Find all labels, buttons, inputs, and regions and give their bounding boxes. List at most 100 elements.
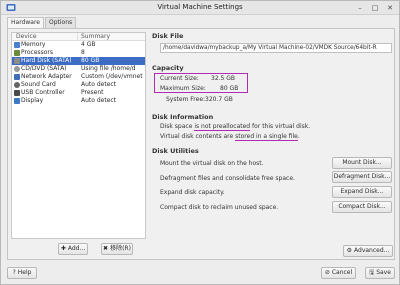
preallocation-text-end: for this virtual disk. [252, 123, 311, 130]
defragment-disk-button[interactable]: Defragment Disk... [332, 171, 392, 183]
storage-text-end: . [297, 133, 300, 140]
preallocation-text-start: Disk space [160, 123, 193, 130]
device-row[interactable]: Memory 4 GB [12, 41, 145, 49]
device-summary: Using file /home/d [81, 65, 136, 72]
system-free-label: System Free: [166, 96, 206, 103]
processor-icon [14, 50, 20, 56]
device-column-header[interactable]: Device [12, 33, 78, 40]
sound-icon [14, 82, 20, 88]
defragment-description: Defragment files and consolidate free sp… [160, 175, 295, 182]
summary-column-header[interactable]: Summary [78, 33, 110, 40]
device-name: USB Controller [21, 89, 65, 96]
device-name: Display [21, 97, 44, 104]
device-name-cell: CD/DVD (SATA) [12, 65, 78, 73]
device-summary: 80 GB [81, 57, 100, 64]
remove-device-label: 移除(R) [110, 245, 131, 252]
device-name-cell: Network Adapter [12, 73, 78, 81]
help-icon: ? [12, 269, 16, 276]
hard-disk-icon [14, 58, 20, 64]
memory-icon [14, 42, 20, 48]
maximum-size-value: 80 GB [220, 85, 239, 92]
device-name-cell: USB Controller [12, 89, 78, 97]
mount-description: Mount the virtual disk on the host. [160, 160, 264, 167]
storage-mode: stored in a single file [235, 133, 298, 141]
disk-file-path-field[interactable]: /home/davidwa/mybackup_a/My Virtual Mach… [160, 43, 392, 53]
help-label: Help [17, 269, 32, 276]
device-summary: Custom (/dev/vmnet [81, 73, 143, 80]
hardware-page: Device Summary Memory 4 GB Processors 8 Hard… [7, 28, 395, 260]
compact-disk-button[interactable]: Compact Disk... [332, 201, 392, 213]
system-free-value: 320.7 GB [205, 96, 233, 103]
device-name-cell: Processors [12, 49, 78, 57]
device-summary: Present [81, 89, 104, 96]
tab-hardware[interactable]: Hardware [7, 17, 44, 28]
expand-description: Expand disk capacity. [160, 189, 225, 196]
help-button[interactable]: ? Help [7, 267, 37, 279]
tab-bar: Hardware Options [7, 17, 77, 28]
storage-info: Virtual disk contents are stored in a si… [160, 133, 300, 141]
device-summary: Auto detect [81, 81, 117, 88]
settings-window: Virtual Machine Settings – □ ✕ Hardware … [0, 0, 400, 285]
device-name: Processors [21, 49, 54, 56]
storage-text-start: Virtual disk contents are [160, 133, 234, 140]
device-row[interactable]: Sound Card Auto detect [12, 81, 145, 89]
advanced-button[interactable]: ⚙ Advanced... [343, 245, 393, 257]
device-name-cell: Hard Disk (SATA) [12, 57, 78, 65]
device-row[interactable]: Hard Disk (SATA) 80 GB [12, 57, 145, 65]
minimize-button[interactable]: – [355, 3, 365, 13]
cancel-icon: ⊘ [324, 269, 330, 276]
cancel-label: Cancel [331, 269, 353, 276]
device-row[interactable]: CD/DVD (SATA) Using file /home/d [12, 65, 145, 73]
device-name: Memory [21, 41, 46, 48]
disk-file-title: Disk File [152, 32, 184, 40]
device-name-cell: Sound Card [12, 81, 78, 89]
device-name: Sound Card [21, 81, 56, 88]
usb-icon [14, 90, 20, 96]
preallocation-status: is not preallocated [194, 123, 251, 131]
device-name: Network Adapter [21, 73, 72, 80]
remove-icon: ✖ [103, 245, 109, 252]
expand-disk-button[interactable]: Expand Disk... [332, 186, 392, 198]
device-name-cell: Display [12, 97, 78, 105]
device-name-cell: Memory [12, 41, 78, 49]
add-icon: ✚ [60, 245, 66, 252]
capacity-title: Capacity [152, 64, 184, 72]
device-row[interactable]: Display Auto detect [12, 97, 145, 105]
advanced-gear-icon: ⚙ [346, 247, 353, 254]
display-icon [14, 98, 20, 104]
cancel-button[interactable]: ⊘ Cancel [321, 267, 356, 279]
close-window-button[interactable]: ✕ [385, 3, 395, 13]
window-title: Virtual Machine Settings [157, 3, 243, 11]
save-label: Save [376, 269, 391, 276]
device-list-header: Device Summary [12, 33, 145, 41]
device-name: CD/DVD (SATA) [21, 65, 67, 72]
remove-device-button[interactable]: ✖ 移除(R) [101, 243, 133, 255]
device-summary: 8 [81, 49, 85, 56]
device-row[interactable]: Network Adapter Custom (/dev/vmnet [12, 73, 145, 81]
network-icon [14, 74, 20, 80]
current-size-value: 32.5 GB [211, 75, 236, 82]
device-row[interactable]: USB Controller Present [12, 89, 145, 97]
device-list[interactable]: Device Summary Memory 4 GB Processors 8 Hard… [11, 32, 146, 239]
cd-dvd-icon [14, 66, 20, 72]
device-name: Hard Disk (SATA) [21, 57, 72, 64]
device-details: Disk File /home/davidwa/mybackup_a/My Vi… [150, 29, 394, 259]
title-bar: Virtual Machine Settings – □ ✕ [1, 1, 399, 15]
add-device-label: Add... [67, 245, 86, 252]
maximize-button[interactable]: □ [370, 3, 380, 13]
preallocation-info: Disk space is not preallocated for this … [160, 123, 311, 131]
device-summary: Auto detect [81, 97, 117, 104]
maximum-size-label: Maximum Size: [160, 85, 206, 92]
advanced-label: Advanced... [354, 247, 390, 254]
compact-description: Compact disk to reclaim unused space. [160, 204, 279, 211]
mount-disk-button[interactable]: Mount Disk... [332, 157, 392, 169]
tab-options[interactable]: Options [44, 17, 77, 28]
disk-utilities-title: Disk Utilities [152, 147, 199, 155]
device-summary: 4 GB [81, 41, 96, 48]
add-device-button[interactable]: ✚ Add... [58, 243, 88, 255]
device-row[interactable]: Processors 8 [12, 49, 145, 57]
current-size-label: Current Size: [160, 75, 199, 82]
save-button[interactable]: 🖫 Save [365, 267, 395, 279]
disk-information-title: Disk Information [152, 113, 214, 121]
save-icon: 🖫 [369, 269, 375, 276]
